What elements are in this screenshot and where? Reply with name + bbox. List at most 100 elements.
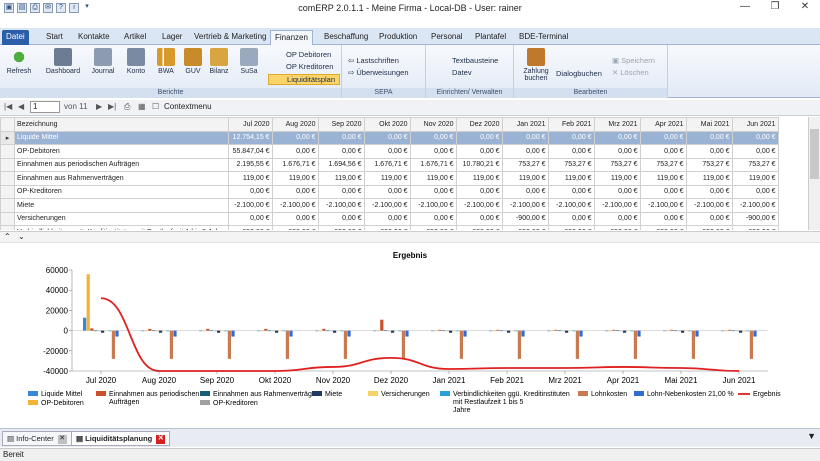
table-cell[interactable]: 0,00 € bbox=[363, 130, 411, 145]
table-cell[interactable]: 119,00 € bbox=[593, 171, 641, 186]
table-cell[interactable]: 0,00 € bbox=[639, 130, 687, 145]
table-cell[interactable]: 0,00 € bbox=[501, 130, 549, 145]
table-cell[interactable]: -2.100,00 € bbox=[227, 198, 273, 213]
tab-start[interactable]: Start bbox=[42, 30, 67, 45]
table-cell[interactable]: 0,00 € bbox=[731, 184, 779, 199]
table-cell[interactable]: 10.780,21 € bbox=[455, 157, 503, 172]
table-cell[interactable]: 0,00 € bbox=[409, 130, 457, 145]
table-cell[interactable]: 55.847,04 € bbox=[227, 144, 273, 159]
tab-plantafel[interactable]: Plantafel bbox=[471, 30, 510, 45]
table-cell[interactable]: -2.100,00 € bbox=[731, 198, 779, 213]
zahlung-buchen-button[interactable]: Zahlung buchen bbox=[518, 48, 554, 82]
row-indicator[interactable] bbox=[0, 171, 15, 186]
table-cell[interactable]: 0,00 € bbox=[593, 144, 641, 159]
table-cell[interactable]: -900,00 € bbox=[731, 211, 779, 226]
table-cell[interactable]: -2.100,00 € bbox=[639, 198, 687, 213]
tab-info-center[interactable]: ▤ Info-Center ✕ bbox=[2, 431, 72, 446]
table-scrollbar[interactable] bbox=[808, 117, 820, 230]
table-row[interactable]: Einnahmen aus periodischen Aufträgen 2.19… bbox=[0, 157, 779, 172]
row-indicator[interactable] bbox=[0, 225, 15, 230]
table-cell[interactable]: 0,00 € bbox=[227, 184, 273, 199]
loeschen-button[interactable]: ✕ Löschen bbox=[612, 68, 649, 77]
table-cell[interactable]: 0,00 € bbox=[593, 184, 641, 199]
table-cell[interactable]: 119,00 € bbox=[227, 171, 273, 186]
tab-datei[interactable]: Datei bbox=[2, 30, 29, 45]
table-cell[interactable]: 119,00 € bbox=[455, 171, 503, 186]
table-cell[interactable]: -650,00 € bbox=[409, 225, 457, 230]
table-cell[interactable]: 0,00 € bbox=[409, 144, 457, 159]
table-cell[interactable]: 0,00 € bbox=[455, 144, 503, 159]
table-cell[interactable]: -650,00 € bbox=[227, 225, 273, 230]
tab-vertrieb-marketing[interactable]: Vertrieb & Marketing bbox=[190, 30, 270, 45]
table-cell[interactable]: 0,00 € bbox=[227, 211, 273, 226]
table-cell[interactable]: 0,00 € bbox=[593, 130, 641, 145]
table-row[interactable]: ▸ Liquide Mittel 12.754,15 €0,00 €0,00 €0,… bbox=[0, 130, 779, 145]
table-cell[interactable]: 0,00 € bbox=[547, 144, 595, 159]
minimize-button[interactable]: — bbox=[730, 0, 760, 14]
column-header[interactable]: Bezeichnung bbox=[14, 117, 229, 132]
close-icon[interactable]: ✕ bbox=[156, 434, 166, 444]
tab-finanzen[interactable]: Finanzen bbox=[270, 30, 313, 45]
dashboard-button[interactable]: Dashboard bbox=[44, 48, 82, 75]
column-header[interactable]: Apr 2021 bbox=[639, 117, 687, 132]
table-cell[interactable]: 12.754,15 € bbox=[227, 130, 273, 145]
column-header[interactable]: Aug 2020 bbox=[271, 117, 319, 132]
speichern-button[interactable]: ▣ Speichern bbox=[612, 56, 655, 65]
prev-page-icon[interactable]: ◀ bbox=[18, 102, 24, 111]
konto-button[interactable]: Konto bbox=[122, 48, 150, 75]
table-cell[interactable]: 0,00 € bbox=[271, 130, 319, 145]
column-header[interactable]: Okt 2020 bbox=[363, 117, 411, 132]
tab-personal[interactable]: Personal bbox=[427, 30, 467, 45]
table-cell[interactable]: 753,27 € bbox=[639, 157, 687, 172]
table-cell[interactable]: -2.100,00 € bbox=[271, 198, 319, 213]
print-icon[interactable]: ⎙ bbox=[124, 102, 130, 112]
table-cell[interactable]: 0,00 € bbox=[685, 211, 733, 226]
table-cell[interactable]: 119,00 € bbox=[639, 171, 687, 186]
journal-button[interactable]: Journal bbox=[88, 48, 118, 75]
column-header[interactable]: Sep 2020 bbox=[317, 117, 365, 132]
table-cell[interactable]: -2.100,00 € bbox=[685, 198, 733, 213]
table-cell[interactable]: 753,27 € bbox=[547, 157, 595, 172]
tab-list-dropdown-icon[interactable]: ▼ bbox=[807, 431, 816, 441]
export-icon[interactable]: ▦ bbox=[138, 102, 146, 111]
table-cell[interactable]: 119,00 € bbox=[363, 171, 411, 186]
table-row[interactable]: OP-Kreditoren 0,00 €0,00 €0,00 €0,00 €0,0… bbox=[0, 184, 779, 199]
table-cell[interactable]: 2.195,55 € bbox=[227, 157, 273, 172]
row-indicator[interactable] bbox=[0, 184, 15, 199]
guv-button[interactable]: GUV bbox=[182, 48, 204, 75]
row-indicator[interactable]: ▸ bbox=[0, 130, 15, 145]
table-cell[interactable]: -2.100,00 € bbox=[409, 198, 457, 213]
table-row[interactable]: OP-Debitoren 55.847,04 €0,00 €0,00 €0,00 … bbox=[0, 144, 779, 159]
refresh-button[interactable]: Refresh bbox=[4, 48, 34, 75]
column-header[interactable]: Jun 2021 bbox=[731, 117, 779, 132]
collapse-up-icon[interactable]: ⌃ bbox=[4, 232, 11, 241]
row-indicator[interactable] bbox=[0, 211, 15, 226]
table-cell[interactable]: -650,00 € bbox=[271, 225, 319, 230]
tab-bde-terminal[interactable]: BDE-Terminal bbox=[515, 30, 572, 45]
table-cell[interactable]: 0,00 € bbox=[639, 144, 687, 159]
tab-produktion[interactable]: Produktion bbox=[375, 30, 421, 45]
table-cell[interactable]: -2.100,00 € bbox=[455, 198, 503, 213]
table-cell[interactable]: 0,00 € bbox=[547, 130, 595, 145]
table-cell[interactable]: 0,00 € bbox=[271, 184, 319, 199]
close-icon[interactable]: ✕ bbox=[57, 434, 67, 444]
table-cell[interactable]: 0,00 € bbox=[271, 211, 319, 226]
table-cell[interactable]: 0,00 € bbox=[639, 184, 687, 199]
table-cell[interactable]: 0,00 € bbox=[547, 211, 595, 226]
bilanz-button[interactable]: Bilanz bbox=[208, 48, 230, 75]
table-row[interactable]: Versicherungen 0,00 €0,00 €0,00 €0,00 €0,… bbox=[0, 211, 779, 226]
table-cell[interactable]: 753,27 € bbox=[501, 157, 549, 172]
first-page-icon[interactable]: |◀ bbox=[4, 102, 12, 111]
row-indicator[interactable] bbox=[0, 157, 15, 172]
table-cell[interactable]: 0,00 € bbox=[501, 144, 549, 159]
table-cell[interactable]: 0,00 € bbox=[455, 184, 503, 199]
column-header[interactable]: Feb 2021 bbox=[547, 117, 595, 132]
op-kreditoren-button[interactable]: OP Kreditoren bbox=[286, 62, 333, 71]
expand-down-icon[interactable]: ⌄ bbox=[18, 232, 25, 241]
table-cell[interactable]: -650,00 € bbox=[317, 225, 365, 230]
table-cell[interactable]: 1.676,71 € bbox=[409, 157, 457, 172]
op-debitoren-button[interactable]: OP Debitoren bbox=[286, 50, 331, 59]
table-cell[interactable]: 753,27 € bbox=[731, 157, 779, 172]
table-cell[interactable]: -650,00 € bbox=[731, 225, 779, 230]
table-cell[interactable]: 119,00 € bbox=[271, 171, 319, 186]
